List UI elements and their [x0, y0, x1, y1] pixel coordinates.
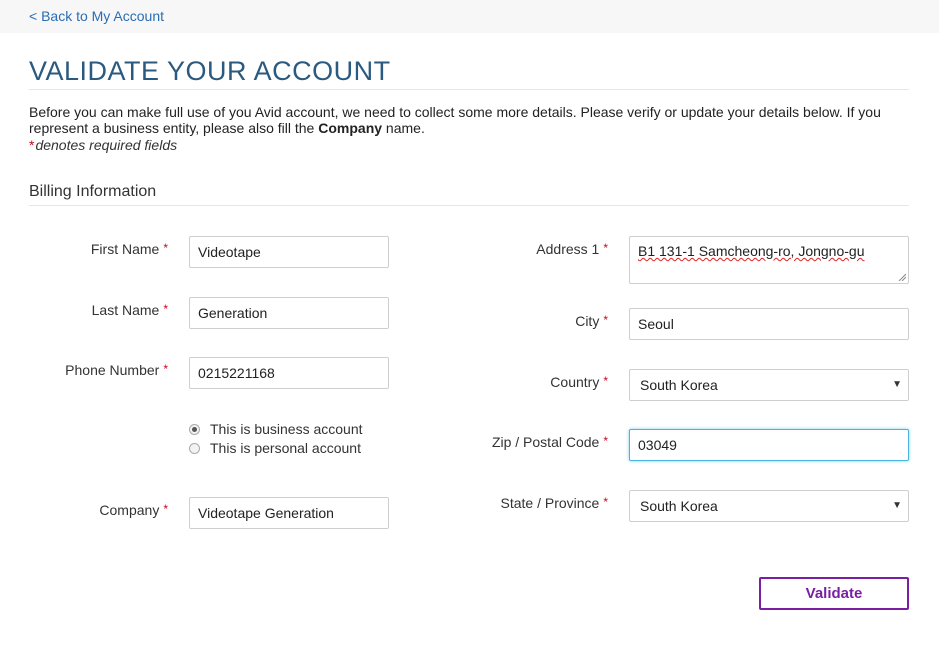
address1-textarea[interactable]: B1 131-1 Samcheong-ro, Jongno-gu — [629, 236, 909, 284]
company-emphasis: Company — [318, 120, 383, 136]
phone-input[interactable] — [189, 357, 389, 389]
zip-input[interactable] — [629, 429, 909, 461]
phone-label: Phone Number * — [65, 362, 168, 378]
state-label: State / Province * — [500, 495, 609, 511]
country-value: South Korea — [640, 377, 718, 393]
radio-icon[interactable] — [189, 423, 200, 435]
personal-account-option[interactable]: This is personal account — [189, 440, 361, 456]
required-note: *denotes required fields — [29, 137, 178, 153]
section-divider — [29, 205, 909, 206]
zip-label: Zip / Postal Code * — [491, 434, 608, 450]
page-title: VALIDATE YOUR ACCOUNT — [29, 56, 391, 86]
last-name-input[interactable] — [189, 297, 389, 329]
resize-grip-icon[interactable] — [898, 273, 906, 281]
back-to-account-link[interactable]: < Back to My Account — [29, 8, 164, 24]
validate-button[interactable]: Validate — [759, 577, 909, 610]
top-bar: < Back to My Account — [0, 0, 939, 33]
first-name-input[interactable] — [189, 236, 389, 268]
section-title: Billing Information — [29, 183, 157, 200]
radio-icon[interactable] — [189, 442, 200, 454]
personal-account-label: This is personal account — [210, 440, 361, 456]
chevron-down-icon: ▼ — [892, 379, 902, 390]
country-select[interactable]: South Korea ▼ — [629, 369, 909, 401]
state-select[interactable]: South Korea ▼ — [629, 490, 909, 522]
first-name-label: First Name * — [90, 241, 168, 257]
city-input[interactable] — [629, 308, 909, 340]
business-account-option[interactable]: This is business account — [189, 421, 363, 437]
chevron-down-icon: ▼ — [892, 500, 902, 511]
intro-text: Before you can make full use of you Avid… — [29, 104, 881, 136]
city-label: City * — [575, 313, 608, 329]
country-label: Country * — [550, 374, 608, 390]
title-divider — [29, 89, 909, 90]
address1-label: Address 1 * — [536, 241, 608, 257]
business-account-label: This is business account — [210, 421, 363, 437]
company-label: Company * — [99, 502, 168, 518]
state-value: South Korea — [640, 498, 718, 514]
company-input[interactable] — [189, 497, 389, 529]
last-name-label: Last Name * — [91, 302, 168, 318]
